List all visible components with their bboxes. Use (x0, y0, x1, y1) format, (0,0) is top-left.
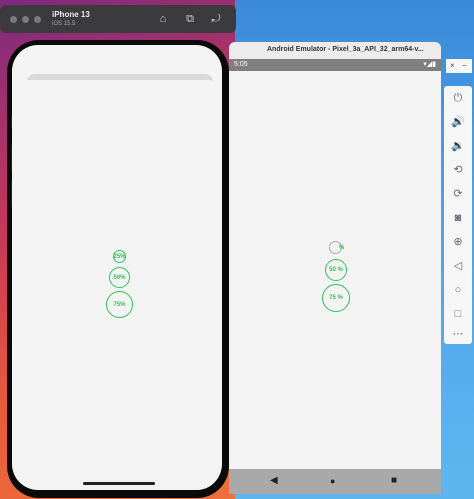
window-title: Android Emulator - Pixel_3a_API_32_arm64… (267, 46, 424, 53)
progress-ring-50: 50% (109, 267, 130, 288)
minimize-icon[interactable]: − (462, 61, 467, 70)
progress-label: 75% (113, 301, 126, 308)
emulator-side-toolbar: ⏻ 🔊 🔉 ⟲ ⟳ ◙ ⊕ ◁ ○ □ ⋯ (444, 86, 472, 344)
toolbar-window-controls: × − (446, 59, 472, 73)
android-status-bar: 5:05 ▾◢▮ (229, 59, 441, 71)
rotate-left-icon[interactable]: ⟲ (444, 158, 472, 182)
progress-ring-25: % (329, 241, 345, 254)
status-icons: ▾◢▮ (423, 61, 436, 68)
os-version: iOS 15.5 (52, 21, 76, 27)
android-emulator-titlebar[interactable]: Android Emulator - Pixel_3a_API_32_arm64… (229, 42, 441, 59)
progress-label: 25% (113, 253, 126, 260)
home-icon[interactable]: ⌂ (156, 12, 170, 26)
rotate-icon[interactable]: ⤾ (209, 12, 223, 26)
android-nav-bar: ◀ ● ■ (229, 469, 441, 494)
ios-simulator-titlebar[interactable]: iPhone 13 iOS 15.5 ⌂ ⧉ ⤾ (0, 5, 236, 33)
more-icon[interactable]: ⋯ (444, 322, 472, 346)
minimize-window-button[interactable] (22, 16, 29, 23)
home-icon[interactable]: ● (330, 476, 335, 486)
progress-label: 50 % (329, 267, 343, 273)
back-icon[interactable]: ◁ (444, 254, 472, 278)
progress-ring-75: 75% (106, 291, 133, 318)
rotate-right-icon[interactable]: ⟳ (444, 182, 472, 206)
home-icon[interactable]: ○ (444, 278, 472, 302)
screenshot-icon[interactable]: ⧉ (183, 12, 197, 26)
power-icon[interactable]: ⏻ (444, 86, 472, 110)
progress-ring-25: 25% (113, 250, 126, 263)
progress-label: 50% (113, 274, 126, 281)
overview-icon[interactable]: ■ (391, 475, 397, 486)
zoom-window-button[interactable] (34, 16, 41, 23)
progress-label: 75 % (329, 295, 343, 301)
progress-ring-50: 50 % (325, 259, 347, 281)
back-icon[interactable]: ◀ (270, 475, 278, 486)
status-time: 5:05 (234, 61, 248, 68)
volume-down-icon[interactable]: 🔉 (444, 134, 472, 158)
close-icon[interactable]: × (450, 61, 455, 70)
volume-up-icon[interactable]: 🔊 (444, 110, 472, 134)
device-name: iPhone 13 (52, 10, 90, 19)
zoom-icon[interactable]: ⊕ (444, 230, 472, 254)
camera-icon[interactable]: ◙ (444, 206, 472, 230)
close-window-button[interactable] (10, 16, 17, 23)
home-indicator[interactable] (83, 482, 155, 485)
progress-ring-75: 75 % (322, 284, 350, 312)
progress-label: % (338, 244, 345, 251)
